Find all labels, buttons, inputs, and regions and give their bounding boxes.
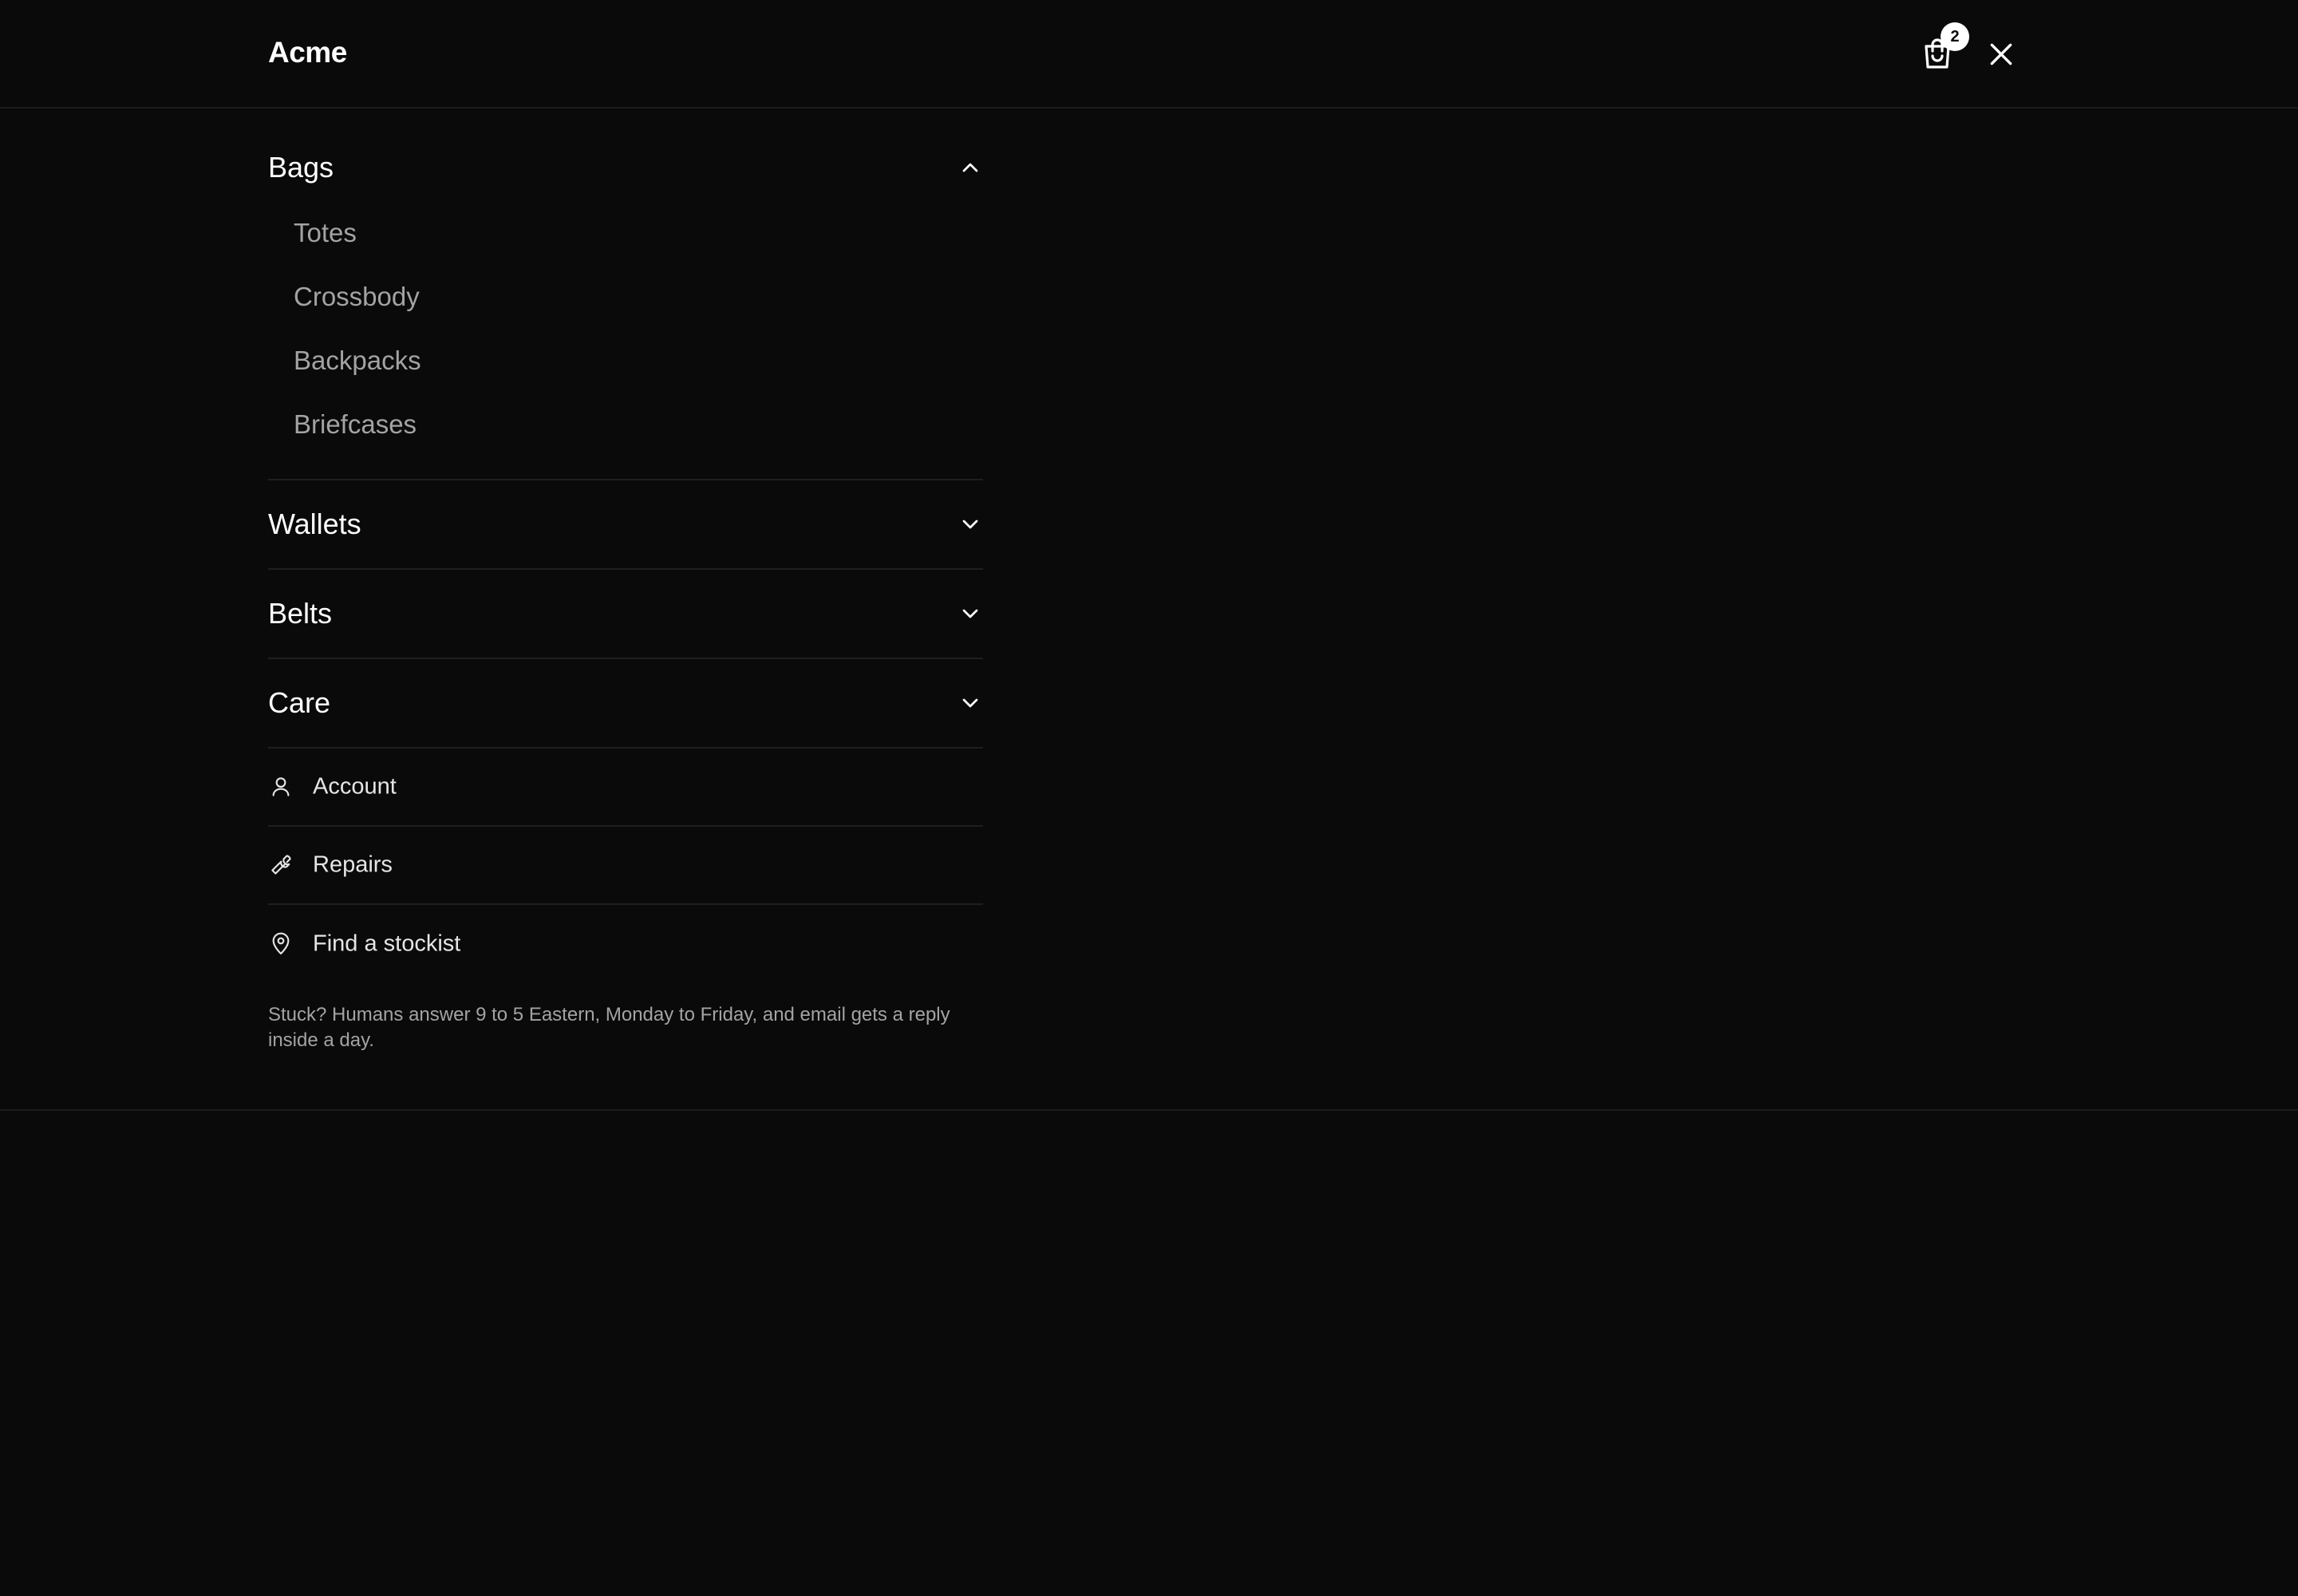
user-icon	[268, 774, 294, 800]
category-wallets[interactable]: Wallets	[268, 480, 983, 570]
map-pin-icon	[268, 931, 294, 957]
mobile-menu: Bags Totes Crossbody Backpacks Briefcase…	[268, 109, 983, 1073]
category-label: Bags	[268, 151, 334, 184]
submenu-item-briefcases[interactable]: Briefcases	[294, 393, 983, 456]
close-menu-button[interactable]	[1985, 38, 2017, 70]
category-care[interactable]: Care	[268, 659, 983, 749]
cart-count-badge: 2	[1941, 22, 1969, 51]
wrench-icon	[268, 852, 294, 878]
repairs-label: Repairs	[313, 851, 393, 878]
menu-panel-divider	[0, 1109, 2298, 1111]
category-label: Belts	[268, 597, 333, 630]
category-belts[interactable]: Belts	[268, 570, 983, 659]
find-stockist-link[interactable]: Find a stockist	[268, 905, 983, 983]
top-bar: Acme 2	[0, 0, 2298, 109]
find-stockist-label: Find a stockist	[313, 930, 461, 957]
account-label: Account	[313, 773, 397, 800]
category-label: Wallets	[268, 508, 361, 540]
category-bags[interactable]: Bags	[268, 109, 983, 184]
brand-logo[interactable]: Acme	[268, 35, 347, 70]
repairs-link[interactable]: Repairs	[268, 827, 983, 905]
chevron-up-icon	[958, 155, 983, 180]
chevron-down-icon	[958, 601, 983, 626]
account-link[interactable]: Account	[268, 749, 983, 827]
submenu-item-backpacks[interactable]: Backpacks	[294, 329, 983, 393]
chevron-down-icon	[958, 512, 983, 537]
close-icon	[1985, 38, 2017, 70]
bags-submenu: Totes Crossbody Backpacks Briefcases	[268, 166, 983, 480]
chevron-down-icon	[958, 690, 983, 716]
cart-button[interactable]: 2	[1918, 22, 1969, 73]
support-hours-text: Stuck? Humans answer 9 to 5 Eastern, Mon…	[268, 1004, 950, 1051]
submenu-item-crossbody[interactable]: Crossbody	[294, 265, 983, 329]
category-label: Care	[268, 686, 331, 719]
submenu-item-totes[interactable]: Totes	[294, 201, 983, 265]
